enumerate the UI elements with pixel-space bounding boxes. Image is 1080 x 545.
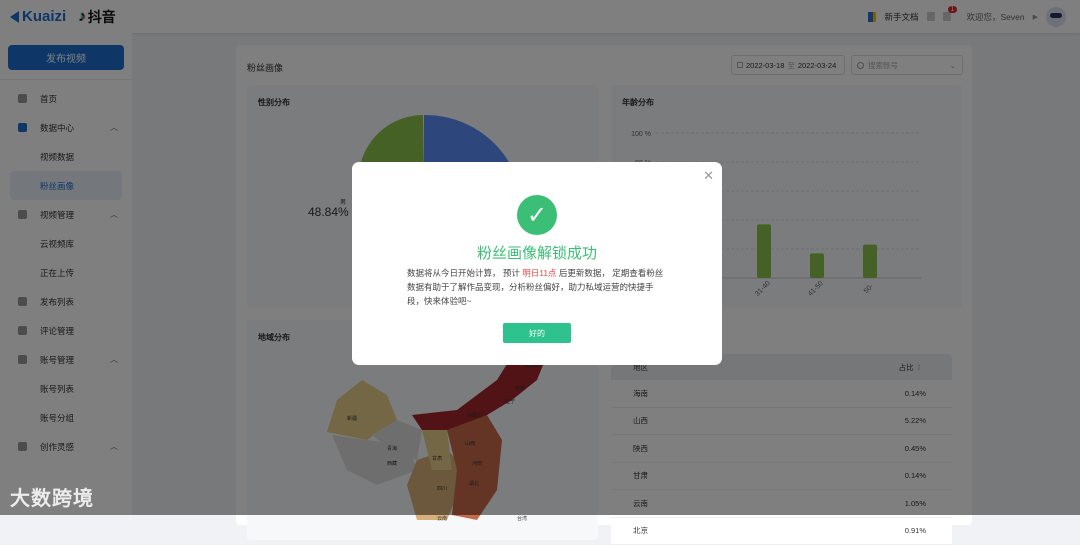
- watermark: 大数跨境: [10, 482, 94, 511]
- map-label: 云南: [437, 515, 447, 522]
- ok-button[interactable]: 好的: [503, 323, 571, 343]
- modal-body: 数据将从今日开始计算， 预计 明日11点 后更新数据， 定期查看粉丝数据有助于了…: [407, 266, 667, 308]
- close-icon[interactable]: ✕: [703, 168, 714, 184]
- body-highlight: 明日11点: [522, 268, 556, 278]
- body-text: 数据将从今日开始计算， 预计: [407, 268, 522, 278]
- cell-region: 北京: [633, 525, 648, 536]
- table-row: 北京 0.91%: [611, 518, 952, 545]
- unlock-success-modal: ✕ ✓ 粉丝画像解锁成功 数据将从今日开始计算， 预计 明日11点 后更新数据，…: [352, 162, 722, 365]
- map-label: 台湾: [517, 515, 527, 522]
- cell-share: 0.91%: [905, 526, 926, 535]
- success-check-icon: ✓: [517, 195, 557, 235]
- modal-title: 粉丝画像解锁成功: [352, 242, 722, 263]
